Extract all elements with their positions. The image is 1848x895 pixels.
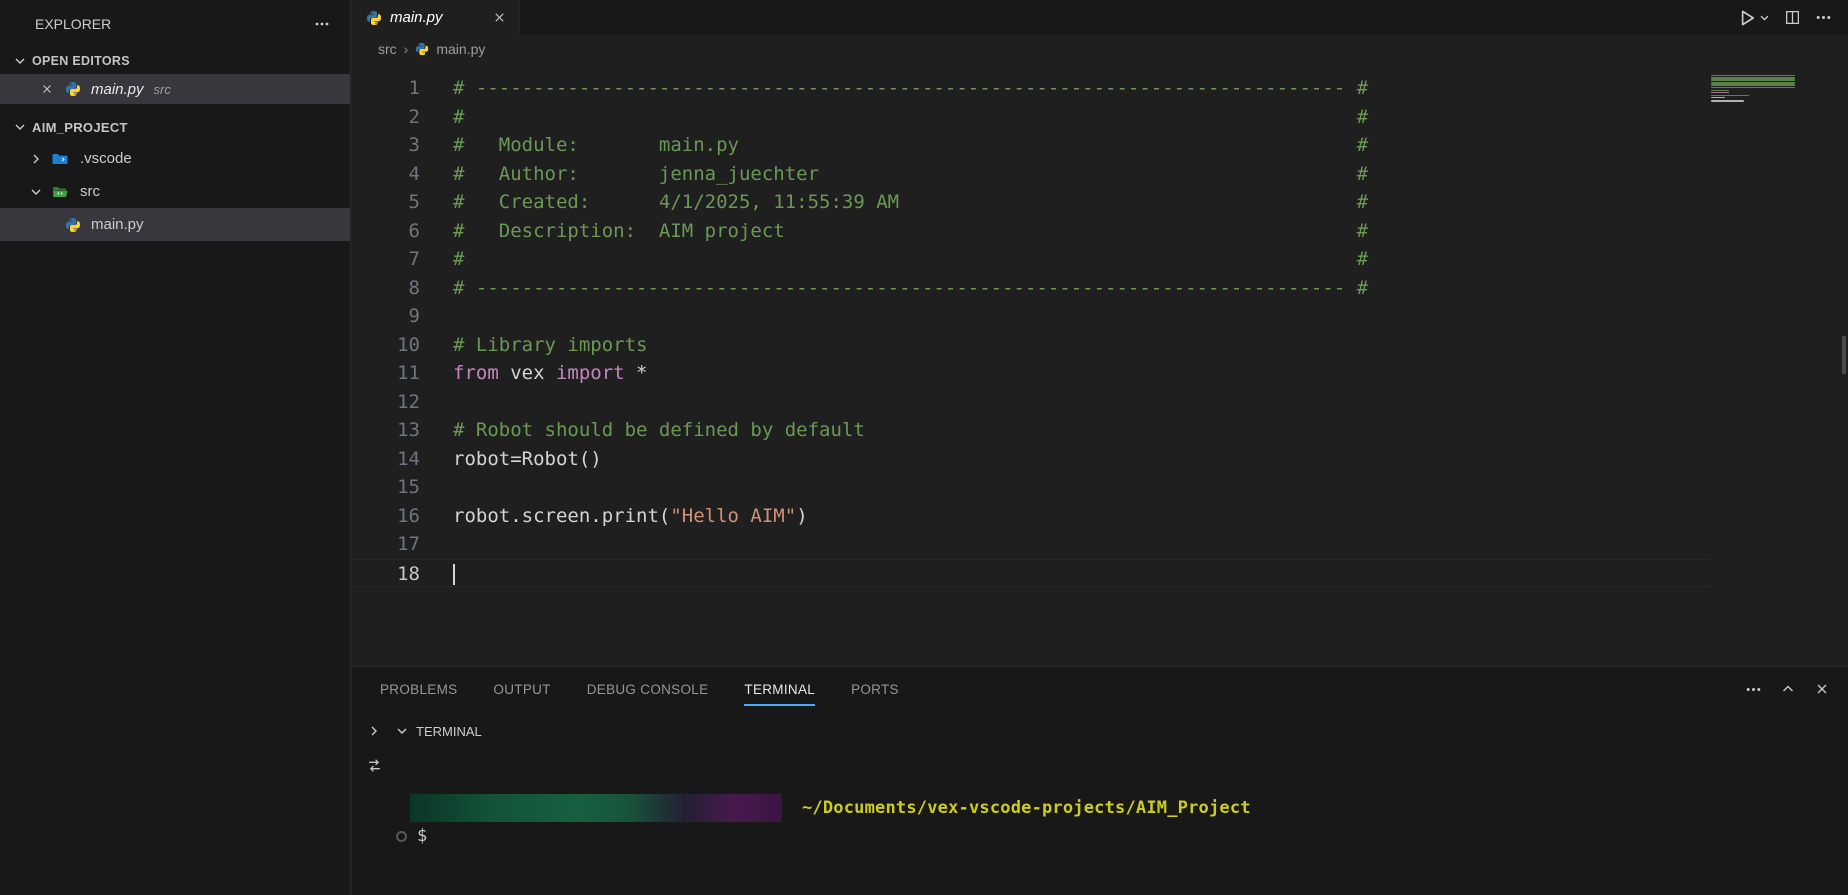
panel-maximize-icon[interactable]: [1780, 681, 1796, 697]
text-cursor: [453, 564, 455, 585]
tree-item-label: .vscode: [80, 150, 132, 167]
code-line-5[interactable]: 5# Created: 4/1/2025, 11:55:39 AM #: [352, 188, 1711, 217]
editor-actions: [1737, 0, 1848, 35]
code-line-18[interactable]: 18: [352, 559, 1711, 588]
chevron-right-icon: [28, 151, 44, 167]
panel-close-icon[interactable]: [1814, 681, 1830, 697]
breadcrumb-separator: ›: [404, 41, 409, 57]
open-editor-filename: main.py: [91, 81, 144, 98]
chevron-down-icon: [28, 184, 44, 200]
python-icon: [366, 10, 382, 26]
code-line-12[interactable]: 12: [352, 388, 1711, 417]
terminal-section-label: TERMINAL: [416, 724, 482, 739]
tab-ports[interactable]: PORTS: [851, 682, 899, 697]
code-line-1[interactable]: 1# -------------------------------------…: [352, 74, 1711, 103]
code-line-7[interactable]: 7# #: [352, 245, 1711, 274]
code-editor[interactable]: 1# -------------------------------------…: [352, 63, 1848, 666]
minimap[interactable]: [1711, 75, 1796, 105]
code-line-9[interactable]: 9: [352, 302, 1711, 331]
tree-item-src[interactable]: src: [0, 175, 350, 208]
breadcrumb-file[interactable]: main.py: [436, 41, 485, 57]
tree-item-mainpy[interactable]: main.py: [0, 208, 350, 241]
bottom-panel: PROBLEMS OUTPUT DEBUG CONSOLE TERMINAL P…: [352, 666, 1848, 895]
code-line-8[interactable]: 8# -------------------------------------…: [352, 274, 1711, 303]
terminal-viewport[interactable]: ~/Documents/vex-vscode-projects/AIM_Proj…: [396, 779, 1848, 895]
code-line-11[interactable]: 11from vex import *: [352, 359, 1711, 388]
terminal-prompt-row: $: [396, 824, 1848, 848]
code-line-17[interactable]: 17: [352, 530, 1711, 559]
code-line-13[interactable]: 13# Robot should be defined by default: [352, 416, 1711, 445]
vscode-folder-icon: [52, 151, 68, 167]
code-line-4[interactable]: 4# Author: jenna_juechter #: [352, 160, 1711, 189]
tab-close-icon[interactable]: [492, 10, 507, 25]
panel-actions: [1745, 667, 1830, 711]
command-decoration-circle-icon[interactable]: [396, 831, 407, 842]
terminal-section-header[interactable]: TERMINAL: [366, 719, 482, 743]
explorer-more-actions-icon[interactable]: [314, 16, 330, 32]
terminal-cwd-path: ~/Documents/vex-vscode-projects/AIM_Proj…: [802, 798, 1251, 818]
open-editors-section-header[interactable]: OPEN EDITORS: [0, 48, 350, 74]
breadcrumb: src › main.py: [352, 35, 1848, 63]
chevron-down-icon: [12, 53, 28, 69]
tab-mainpy[interactable]: main.py: [352, 0, 520, 35]
vscode-window: EXPLORER OPEN EDITORS main.py src: [0, 0, 1848, 895]
tab-label: main.py: [390, 9, 492, 26]
code-lines: 1# -------------------------------------…: [352, 74, 1848, 587]
code-line-3[interactable]: 3# Module: main.py #: [352, 131, 1711, 160]
vex-banner-image: [410, 794, 782, 822]
open-editors-label: OPEN EDITORS: [32, 54, 130, 68]
code-line-14[interactable]: 14robot=Robot(): [352, 445, 1711, 474]
project-name-label: AIM_PROJECT: [32, 120, 128, 135]
code-line-15[interactable]: 15: [352, 473, 1711, 502]
panel-more-actions-icon[interactable]: [1745, 681, 1762, 698]
project-section-header[interactable]: AIM_PROJECT: [0, 112, 350, 142]
scrollbar-thumb[interactable]: [1842, 336, 1846, 374]
tree-item-vscode[interactable]: .vscode: [0, 142, 350, 175]
explorer-title: EXPLORER: [35, 16, 111, 32]
breadcrumb-folder[interactable]: src: [378, 41, 397, 57]
chevron-down-icon: [394, 723, 410, 739]
terminal-prompt-symbol: $: [417, 826, 427, 846]
code-line-10[interactable]: 10# Library imports: [352, 331, 1711, 360]
tab-debug-console[interactable]: DEBUG CONSOLE: [587, 682, 709, 697]
split-editor-icon[interactable]: [1784, 9, 1801, 26]
chevron-down-icon: [12, 119, 28, 135]
panel-tabs: PROBLEMS OUTPUT DEBUG CONSOLE TERMINAL P…: [352, 667, 1628, 711]
editor-more-actions-icon[interactable]: [1815, 9, 1832, 26]
tree-item-label: main.py: [91, 216, 144, 233]
chevron-down-icon: [1759, 12, 1770, 23]
tab-problems[interactable]: PROBLEMS: [380, 682, 457, 697]
open-editor-folder: src: [154, 82, 171, 97]
chevron-right-icon: [366, 723, 382, 739]
code-line-6[interactable]: 6# Description: AIM project #: [352, 217, 1711, 246]
python-icon: [415, 42, 429, 56]
terminal-arrow-swap-icon[interactable]: [366, 757, 383, 774]
minimap-content: [1711, 75, 1796, 105]
code-line-2[interactable]: 2# #: [352, 103, 1711, 132]
python-icon: [65, 217, 81, 233]
explorer-header: EXPLORER: [0, 0, 350, 48]
editor-area: main.py src ›: [352, 0, 1848, 666]
close-editor-icon[interactable]: [40, 82, 54, 96]
python-icon: [65, 81, 81, 97]
tab-terminal[interactable]: TERMINAL: [744, 682, 815, 697]
code-line-16[interactable]: 16robot.screen.print("Hello AIM"): [352, 502, 1711, 531]
run-python-file-button[interactable]: [1737, 8, 1770, 28]
src-folder-open-icon: [52, 184, 68, 200]
terminal-banner-row: ~/Documents/vex-vscode-projects/AIM_Proj…: [396, 794, 1848, 822]
tab-output[interactable]: OUTPUT: [493, 682, 550, 697]
open-editor-item-mainpy[interactable]: main.py src: [0, 74, 350, 104]
tree-item-label: src: [80, 183, 100, 200]
editor-tabbar: main.py: [352, 0, 1848, 35]
explorer-sidebar: EXPLORER OPEN EDITORS main.py src: [0, 0, 351, 895]
